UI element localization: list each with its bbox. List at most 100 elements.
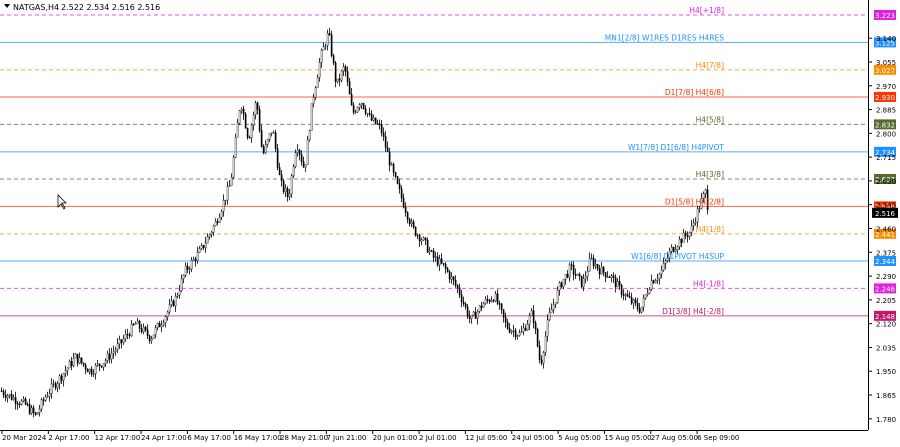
- candle-body: [494, 293, 497, 302]
- price-tick-label: 2.460: [876, 225, 896, 233]
- level-price-value: 2.930: [875, 94, 895, 102]
- candle-body: [630, 297, 633, 304]
- time-tick-label: 2 Apr 17:00: [48, 434, 89, 442]
- candle-body: [294, 152, 297, 167]
- candle-body: [390, 163, 393, 166]
- candle-body: [170, 300, 173, 305]
- candle-body: [612, 275, 615, 278]
- price-tick-label: 2.885: [876, 107, 896, 115]
- candle-body: [348, 81, 351, 95]
- candle-body: [88, 368, 91, 373]
- time-tick-label: 5 Aug 05:00: [558, 434, 601, 442]
- price-tick-label: 2.290: [876, 273, 896, 281]
- candle-body: [682, 232, 685, 243]
- candle-body: [598, 268, 601, 275]
- candle-body: [554, 302, 557, 305]
- candle-body: [118, 339, 121, 344]
- candle-body: [360, 103, 363, 105]
- candle-body: [8, 394, 11, 396]
- candle-body: [156, 323, 159, 329]
- candle-body: [556, 290, 559, 303]
- level-label: MN1[2/8] W1RES D1RES H4RES: [605, 33, 724, 42]
- candle-body: [44, 396, 47, 401]
- triangle-down-icon[interactable]: [4, 4, 10, 8]
- candle-body: [464, 303, 467, 308]
- level-label: H4[5/8]: [696, 115, 724, 124]
- candle-body: [120, 339, 123, 343]
- candle-body: [140, 328, 143, 333]
- candle-body: [234, 137, 237, 158]
- candle-body: [342, 66, 345, 72]
- candle-body: [332, 55, 335, 64]
- level-price-value: 3.027: [875, 67, 895, 75]
- candle-body: [344, 66, 347, 72]
- time-tick-label: 6 May 17:00: [187, 434, 231, 442]
- candle-body: [20, 400, 23, 405]
- candle-body: [496, 293, 499, 304]
- chart-canvas[interactable]: H4[+1/8] MN1[2/8] W1RES D1RES H4RES H4[7/8…: [0, 0, 900, 443]
- candle-body: [532, 310, 535, 324]
- candle-body: [592, 257, 595, 267]
- candle-body: [56, 383, 59, 389]
- candle-body: [226, 186, 229, 201]
- candle-body: [346, 71, 349, 82]
- candle-body: [382, 132, 385, 137]
- price-chart[interactable]: H4[+1/8] MN1[2/8] W1RES D1RES H4RES H4[7/8…: [0, 0, 900, 443]
- candle-body: [566, 273, 569, 278]
- candle-body: [24, 398, 27, 405]
- symbol-label: NATGAS,H4: [13, 3, 59, 12]
- candle-body: [476, 311, 479, 319]
- candle-body: [264, 144, 267, 154]
- candle-body: [546, 319, 549, 337]
- candle-body: [154, 327, 157, 336]
- candle-body: [268, 133, 271, 140]
- candle-body: [428, 250, 431, 253]
- candle-body: [458, 287, 461, 295]
- candle-body: [406, 212, 409, 220]
- candle-body: [102, 363, 105, 368]
- candle-body: [414, 226, 417, 236]
- level-price-value: 2.344: [875, 258, 896, 266]
- level-label: H4[1/8]: [696, 225, 724, 234]
- candle-body: [50, 383, 53, 394]
- candle-body: [246, 128, 249, 138]
- candle-body: [310, 103, 313, 131]
- candle-body: [280, 174, 283, 182]
- candle-body: [6, 395, 9, 398]
- candle-body: [624, 294, 627, 296]
- candle-body: [218, 217, 221, 223]
- candle-body: [490, 299, 493, 302]
- candle-body: [356, 107, 359, 113]
- candle-body: [408, 219, 411, 225]
- candle-body: [298, 149, 301, 155]
- candle-body: [242, 108, 245, 115]
- candle-body: [266, 139, 269, 145]
- candle-body: [688, 232, 691, 238]
- candle-body: [482, 303, 485, 308]
- candle-body: [454, 279, 457, 286]
- level-label: H4[+1/8]: [689, 6, 724, 15]
- candle-body: [148, 335, 151, 341]
- level-label: D1[3/8] H4[-2/8]: [662, 307, 724, 316]
- candle-body: [590, 257, 593, 260]
- candle-body: [256, 102, 259, 110]
- time-tick-label: 12 Jul 05:00: [465, 434, 507, 442]
- candle-body: [388, 151, 391, 166]
- candle-body: [194, 258, 197, 262]
- candle-body: [584, 276, 587, 279]
- candle-body: [174, 296, 177, 307]
- candle-body: [436, 256, 439, 266]
- candle-body: [328, 33, 331, 35]
- candle-body: [278, 167, 281, 175]
- candle-body: [534, 322, 537, 330]
- price-tick-label: 1.780: [876, 416, 896, 424]
- candle-body: [472, 311, 475, 316]
- time-tick-label: 20 Mar 2024: [2, 434, 47, 442]
- candle-body: [678, 239, 681, 248]
- candle-body: [588, 258, 591, 272]
- candle-body: [620, 284, 623, 295]
- candle-body: [634, 299, 637, 304]
- candle-body: [610, 275, 613, 278]
- price-tick-label: 2.035: [876, 344, 896, 352]
- candle-body: [164, 316, 167, 324]
